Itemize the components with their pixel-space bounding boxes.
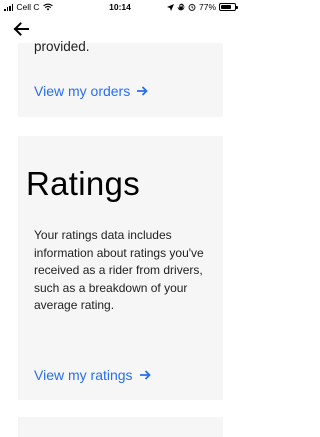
view-ratings-label: View my ratings — [34, 367, 133, 383]
orientation-lock-icon — [177, 3, 185, 11]
orders-description-tail: provided. — [34, 39, 90, 54]
alarm-icon — [188, 3, 196, 11]
battery-percent: 77% — [198, 2, 216, 12]
battery-level — [221, 5, 231, 9]
orders-card: provided. View my orders — [18, 39, 223, 117]
arrow-right-icon — [139, 370, 151, 380]
view-orders-label: View my orders — [34, 83, 131, 99]
next-card — [18, 417, 223, 437]
view-orders-link[interactable]: View my orders — [34, 83, 148, 99]
view-ratings-link[interactable]: View my ratings — [34, 367, 151, 383]
arrow-right-icon — [137, 86, 148, 96]
location-icon — [166, 3, 174, 11]
ratings-title: Ratings — [26, 165, 140, 202]
battery-icon — [219, 3, 238, 11]
status-bar: Cell C 10:14 77% — [0, 0, 240, 14]
status-right: 77% — [166, 2, 238, 12]
arrow-left-icon — [13, 22, 29, 36]
back-button[interactable] — [10, 19, 32, 39]
ratings-description: Your ratings data includes information a… — [34, 228, 204, 312]
